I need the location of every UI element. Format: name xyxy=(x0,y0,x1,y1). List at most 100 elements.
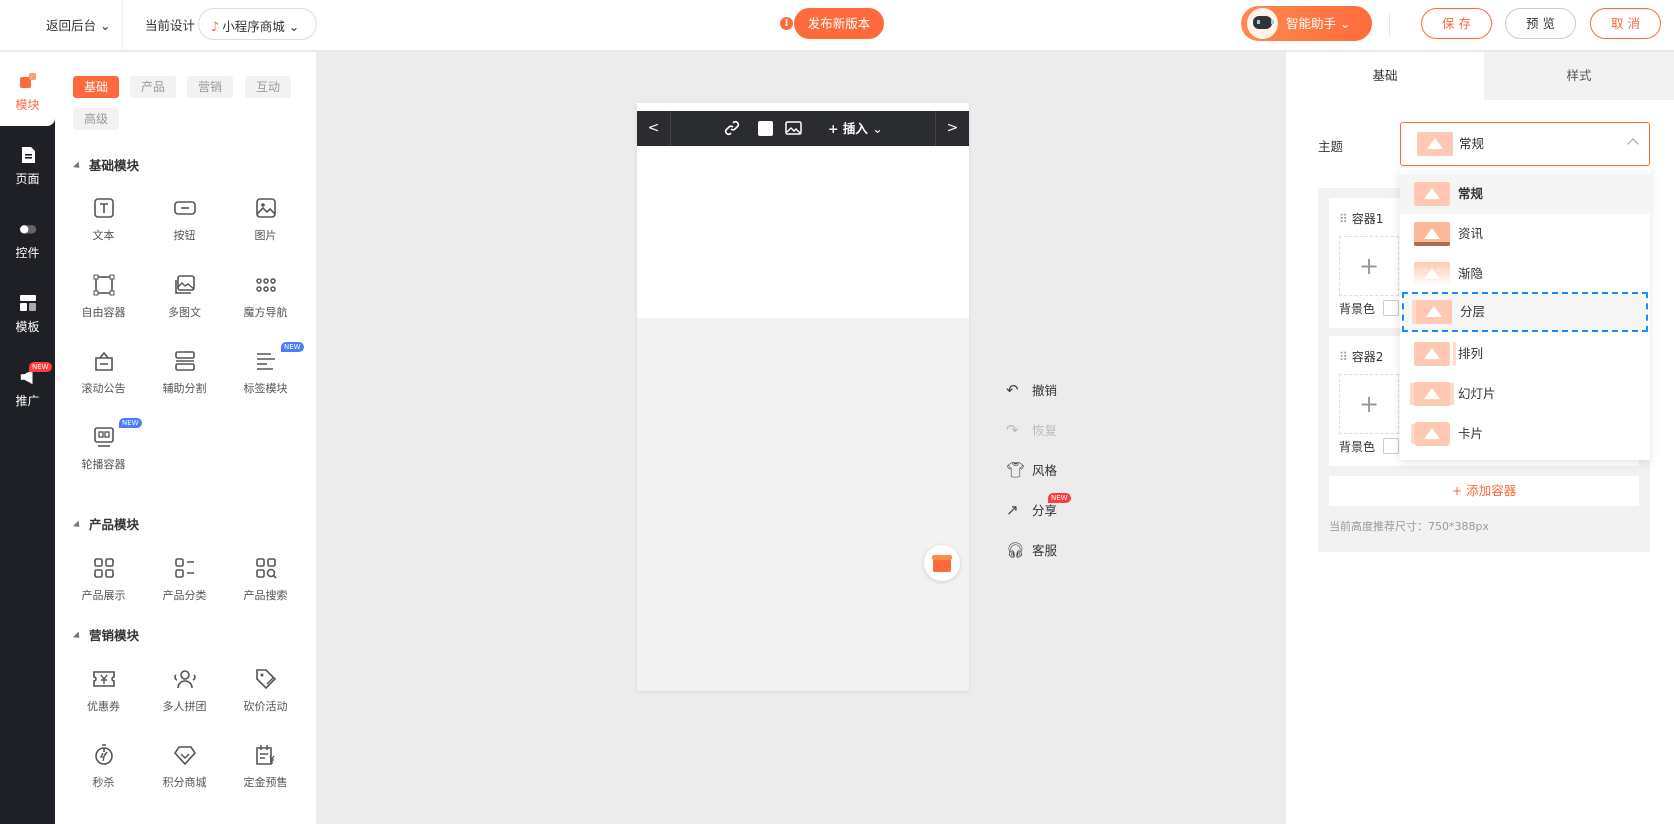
bg-color-swatch[interactable] xyxy=(1383,300,1399,316)
phone-canvas[interactable]: < + 插入 ⌄ > xyxy=(637,103,969,691)
customer-service-button[interactable]: 🎧︎ 客服 xyxy=(1006,540,1086,560)
container-title[interactable]: 容器2 xyxy=(1339,348,1384,365)
template-icon xyxy=(19,295,36,311)
module-label: 定金预售 xyxy=(243,776,288,789)
module-multi-image-text[interactable]: 多图文 xyxy=(144,273,225,343)
module-label: 魔方导航 xyxy=(243,306,288,319)
module-label: 秒杀 xyxy=(92,776,115,789)
module-label: 产品展示 xyxy=(81,589,126,602)
color-swatch[interactable] xyxy=(758,121,773,136)
theme-thumbnail-icon xyxy=(1414,262,1450,286)
module-free-container[interactable]: 自由容器 xyxy=(63,273,144,343)
module-label: 辅助分割 xyxy=(162,382,207,395)
nav-item-modules[interactable]: 模块 xyxy=(0,52,55,126)
option-label: 常规 xyxy=(1458,186,1484,201)
insert-menu[interactable]: + 插入 ⌄ xyxy=(828,111,883,146)
new-badge: NEW xyxy=(29,362,52,372)
theme-option-normal[interactable]: 常规 xyxy=(1400,174,1650,214)
container-title[interactable]: 容器1 xyxy=(1339,210,1384,227)
nav-item-controls[interactable]: 控件 xyxy=(0,200,55,274)
theme-select[interactable]: 常规 xyxy=(1400,122,1650,166)
image-icon[interactable] xyxy=(785,120,802,136)
module-bargain[interactable]: 砍价活动 xyxy=(225,667,306,737)
page-icon xyxy=(21,147,35,163)
style-button[interactable]: 👕︎ 风格 xyxy=(1006,460,1086,480)
add-container-button[interactable]: + 添加容器 xyxy=(1329,476,1639,506)
theme-option-slideshow[interactable]: 幻灯片 xyxy=(1400,374,1650,414)
save-button[interactable]: 保 存 xyxy=(1421,8,1492,39)
theme-thumbnail-icon xyxy=(1414,422,1450,446)
container-name: 容器2 xyxy=(1351,350,1384,364)
share-button[interactable]: ↗ 分享 NEW xyxy=(1006,493,1086,520)
ai-assistant-button[interactable]: 智能助手 ⌄ xyxy=(1241,6,1372,41)
module-image[interactable]: 图片 xyxy=(225,196,306,266)
tab-basic[interactable]: 基础 xyxy=(1286,52,1484,100)
option-label: 资讯 xyxy=(1458,226,1484,241)
chevron-down-icon: ⌄ xyxy=(1340,16,1351,31)
module-label: 轮播容器 xyxy=(81,458,126,471)
module-coupon[interactable]: 优惠券 xyxy=(63,667,144,737)
theme-dropdown: 常规 资讯 渐隐 分层 排列 幻灯片 卡片 xyxy=(1400,168,1650,460)
next-arrow-button[interactable]: > xyxy=(935,111,969,146)
link-icon[interactable] xyxy=(724,120,740,136)
product-grid-icon xyxy=(93,558,114,578)
module-presale[interactable]: 定金预售 xyxy=(225,743,306,813)
theme-option-news[interactable]: 资讯 xyxy=(1400,214,1650,254)
design-select[interactable]: ♪ 小程序商城 ⌄ xyxy=(198,8,317,40)
module-product-search[interactable]: 产品搜索 xyxy=(225,556,306,626)
size-hint: 当前高度推荐尺寸：750*388px xyxy=(1329,520,1489,533)
module-magic-nav[interactable]: 魔方导航 xyxy=(225,273,306,343)
theme-option-layered[interactable]: 分层 xyxy=(1402,292,1648,332)
theme-value: 常规 xyxy=(1459,136,1485,151)
module-divider[interactable]: 辅助分割 xyxy=(144,349,225,419)
theme-option-arrange[interactable]: 排列 xyxy=(1400,334,1650,374)
redo-button[interactable]: ↷ 恢复 xyxy=(1006,420,1086,440)
add-image-button[interactable]: + xyxy=(1339,374,1399,434)
tab-style[interactable]: 样式 xyxy=(1484,52,1674,100)
module-product-display[interactable]: 产品展示 xyxy=(63,556,144,626)
section-title-marketing: 营销模块 xyxy=(75,625,139,644)
option-label: 渐隐 xyxy=(1458,266,1484,281)
module-text[interactable]: 文本 xyxy=(63,196,144,266)
bg-color-swatch[interactable] xyxy=(1383,438,1399,454)
theme-option-fade[interactable]: 渐隐 xyxy=(1400,254,1650,294)
module-flash-sale[interactable]: 秒杀 xyxy=(63,743,144,813)
ai-label: 智能助手 xyxy=(1286,16,1337,31)
undo-button[interactable]: ↶ 撤销 xyxy=(1006,380,1086,400)
bg-color-label: 背景色 xyxy=(1339,302,1376,316)
editor-toolbar: < + 插入 ⌄ > xyxy=(637,111,969,146)
group-icon xyxy=(173,670,196,689)
nav-item-pages[interactable]: 页面 xyxy=(0,126,55,200)
chip-marketing[interactable]: 营销 xyxy=(187,76,234,98)
gift-icon[interactable] xyxy=(924,545,960,581)
chip-basic[interactable]: 基础 xyxy=(73,76,120,98)
section-title-product: 产品模块 xyxy=(75,514,139,533)
module-points-mall[interactable]: 积分商城 xyxy=(144,743,225,813)
add-image-button[interactable]: + xyxy=(1339,236,1399,296)
module-label: 砍价活动 xyxy=(243,700,288,713)
module-scroll-notice[interactable]: 滚动公告 xyxy=(63,349,144,419)
theme-option-card[interactable]: 卡片 xyxy=(1400,414,1650,454)
module-carousel[interactable]: 轮播容器 NEW xyxy=(63,418,144,495)
module-tag[interactable]: 标签模块 NEW xyxy=(225,342,306,419)
chip-interaction[interactable]: 互动 xyxy=(245,76,292,98)
nav-item-templates[interactable]: 模板 xyxy=(0,274,55,348)
chip-advanced[interactable]: 高级 xyxy=(73,108,120,130)
undo-icon: ↶ xyxy=(1006,381,1019,399)
prev-arrow-button[interactable]: < xyxy=(637,111,671,146)
publish-button[interactable]: 发布新版本 xyxy=(794,8,884,39)
cancel-button[interactable]: 取 消 xyxy=(1590,8,1661,39)
module-label: 产品分类 xyxy=(162,589,207,602)
nav-item-promote[interactable]: NEW 推广 xyxy=(0,348,55,422)
option-label: 分层 xyxy=(1460,304,1486,319)
module-button[interactable]: 按钮 xyxy=(144,196,225,266)
diamond-icon xyxy=(173,746,196,766)
nav-label: 推广 xyxy=(15,394,40,408)
module-product-category[interactable]: 产品分类 xyxy=(144,556,225,626)
back-to-admin-button[interactable]: 返回后台 ⌄ xyxy=(46,15,110,34)
design-select-value: 小程序商城 xyxy=(222,19,285,34)
module-group-buy[interactable]: 多人拼团 xyxy=(144,667,225,737)
preview-button[interactable]: 预 览 xyxy=(1505,8,1576,39)
divider xyxy=(1389,14,1390,36)
chip-product[interactable]: 产品 xyxy=(130,76,177,98)
